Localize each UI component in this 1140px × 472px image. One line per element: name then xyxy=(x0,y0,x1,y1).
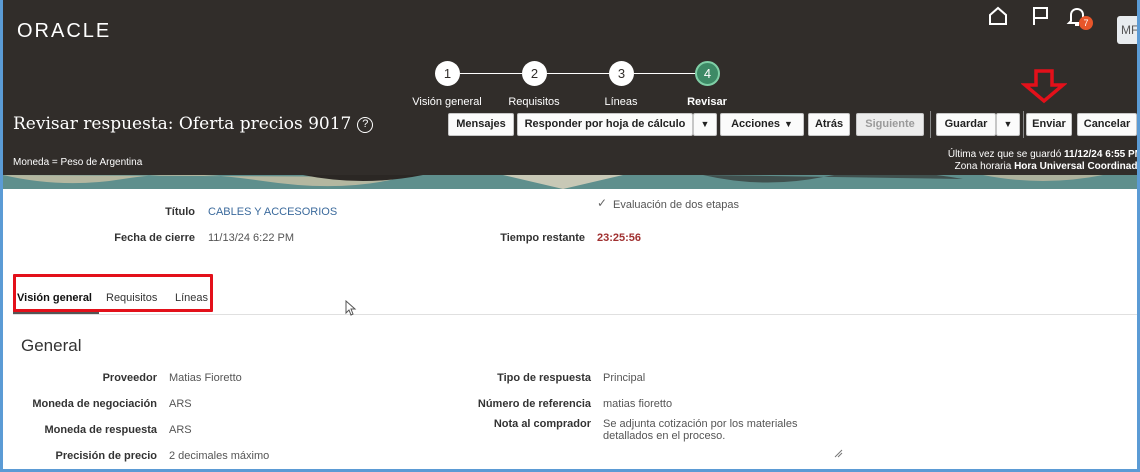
train-label-revisar: Revisar xyxy=(687,96,727,108)
notification-badge: 7 xyxy=(1079,16,1093,30)
moneda-respuesta-label: Moneda de respuesta xyxy=(44,424,157,436)
fecha-cierre-label: Fecha de cierre xyxy=(114,232,195,244)
proveedor-label: Proveedor xyxy=(102,372,157,384)
chevron-down-icon: ▼ xyxy=(700,119,710,129)
train-step-revisar: 4 xyxy=(695,61,720,86)
train-label-vision-general[interactable]: Visión general xyxy=(412,96,482,108)
nota-line-2: detallados en el proceso. xyxy=(603,430,726,442)
mouse-pointer-icon xyxy=(345,300,357,316)
user-avatar[interactable]: MF xyxy=(1117,16,1137,44)
train-label-lineas[interactable]: Líneas xyxy=(604,96,637,108)
red-box-annotation xyxy=(13,274,213,312)
acciones-label: Acciones xyxy=(731,118,780,130)
nota-line-1: Se adjunta cotización por los materiales xyxy=(603,418,798,430)
proveedor-value: Matias Fioretto xyxy=(169,372,242,384)
precision-precio-value: 2 decimales máximo xyxy=(169,450,270,462)
tab-divider xyxy=(13,314,1137,315)
moneda-negociacion-label: Moneda de negociación xyxy=(32,398,157,410)
tipo-respuesta-label: Tipo de respuesta xyxy=(497,372,591,384)
acciones-button[interactable]: Acciones ▼ xyxy=(720,113,804,136)
train-connector xyxy=(547,73,609,74)
home-icon[interactable] xyxy=(986,4,1010,28)
precision-precio-label: Precisión de precio xyxy=(55,450,157,462)
nota-comprador-value[interactable]: Se adjunta cotización por los materiales… xyxy=(603,418,797,442)
app-window: ORACLE 7 MF 1 2 3 4 Visión general Requi… xyxy=(0,0,1140,472)
timezone-value: Hora Universal Coordinada xyxy=(1014,161,1140,172)
last-saved-prefix: Última vez que se guardó xyxy=(947,149,1062,160)
tipo-respuesta-value: Principal xyxy=(603,372,646,384)
chevron-down-icon: ▼ xyxy=(1003,119,1013,129)
numero-referencia-label: Número de referencia xyxy=(477,398,591,410)
titulo-label: Título xyxy=(165,206,195,218)
tiempo-restante-label: Tiempo restante xyxy=(500,232,585,244)
train-step-lineas[interactable]: 3 xyxy=(609,61,634,86)
train-step-vision-general[interactable]: 1 xyxy=(435,61,460,86)
currency-info: Moneda = Peso de Argentina xyxy=(13,157,143,168)
train-connector xyxy=(460,73,522,74)
train-step-requisitos[interactable]: 2 xyxy=(522,61,547,86)
help-icon[interactable]: ? xyxy=(357,117,374,133)
train-label-requisitos[interactable]: Requisitos xyxy=(508,96,559,108)
last-saved-info: Última vez que se guardó 11/12/24 6:55 P… xyxy=(947,149,1140,173)
enviar-button[interactable]: Enviar xyxy=(1026,113,1072,136)
train-connector xyxy=(634,73,696,74)
last-saved-value: 11/12/24 6:55 PM xyxy=(1064,149,1140,160)
page-title: Revisar respuesta: Oferta precios 9017? xyxy=(13,114,374,134)
flag-icon[interactable] xyxy=(1028,4,1052,28)
toolbar-separator xyxy=(1023,111,1024,138)
moneda-respuesta-value: ARS xyxy=(169,424,192,436)
toolbar-separator xyxy=(930,111,931,138)
banner-pattern-icon xyxy=(3,175,1137,189)
page-title-text: Revisar respuesta: Oferta precios 9017 xyxy=(13,114,352,134)
guardar-button[interactable]: Guardar xyxy=(936,113,996,136)
guardar-dropdown-button[interactable]: ▼ xyxy=(996,113,1020,136)
numero-referencia-value[interactable]: matias fioretto xyxy=(603,398,672,410)
red-arrow-annotation-icon xyxy=(1021,69,1067,104)
titulo-value[interactable]: CABLES Y ACCESORIOS xyxy=(208,206,337,218)
check-icon: ✓ xyxy=(597,196,608,210)
atras-button[interactable]: Atrás xyxy=(808,113,850,136)
chevron-down-icon: ▼ xyxy=(784,119,793,129)
tiempo-restante-value: 23:25:56 xyxy=(597,232,642,244)
oracle-logo[interactable]: ORACLE xyxy=(17,20,111,43)
section-title-general: General xyxy=(21,336,82,355)
mensajes-button[interactable]: Mensajes xyxy=(448,113,514,136)
moneda-negociacion-value: ARS xyxy=(169,398,192,410)
nota-comprador-label: Nota al comprador xyxy=(493,418,591,430)
fecha-cierre-value: 11/13/24 6:22 PM xyxy=(208,232,295,244)
responder-hoja-button[interactable]: Responder por hoja de cálculo xyxy=(517,113,693,136)
resize-handle-icon[interactable] xyxy=(833,448,843,458)
timezone-prefix: Zona horaria xyxy=(954,161,1012,172)
cancelar-button[interactable]: Cancelar xyxy=(1077,113,1137,136)
decorative-banner xyxy=(3,175,1137,189)
evaluacion-dos-etapas: Evaluación de dos etapas xyxy=(613,199,739,211)
responder-dropdown-button[interactable]: ▼ xyxy=(693,113,717,136)
page-header: ORACLE 7 MF 1 2 3 4 Visión general Requi… xyxy=(3,0,1140,175)
siguiente-button: Siguiente xyxy=(856,113,924,136)
